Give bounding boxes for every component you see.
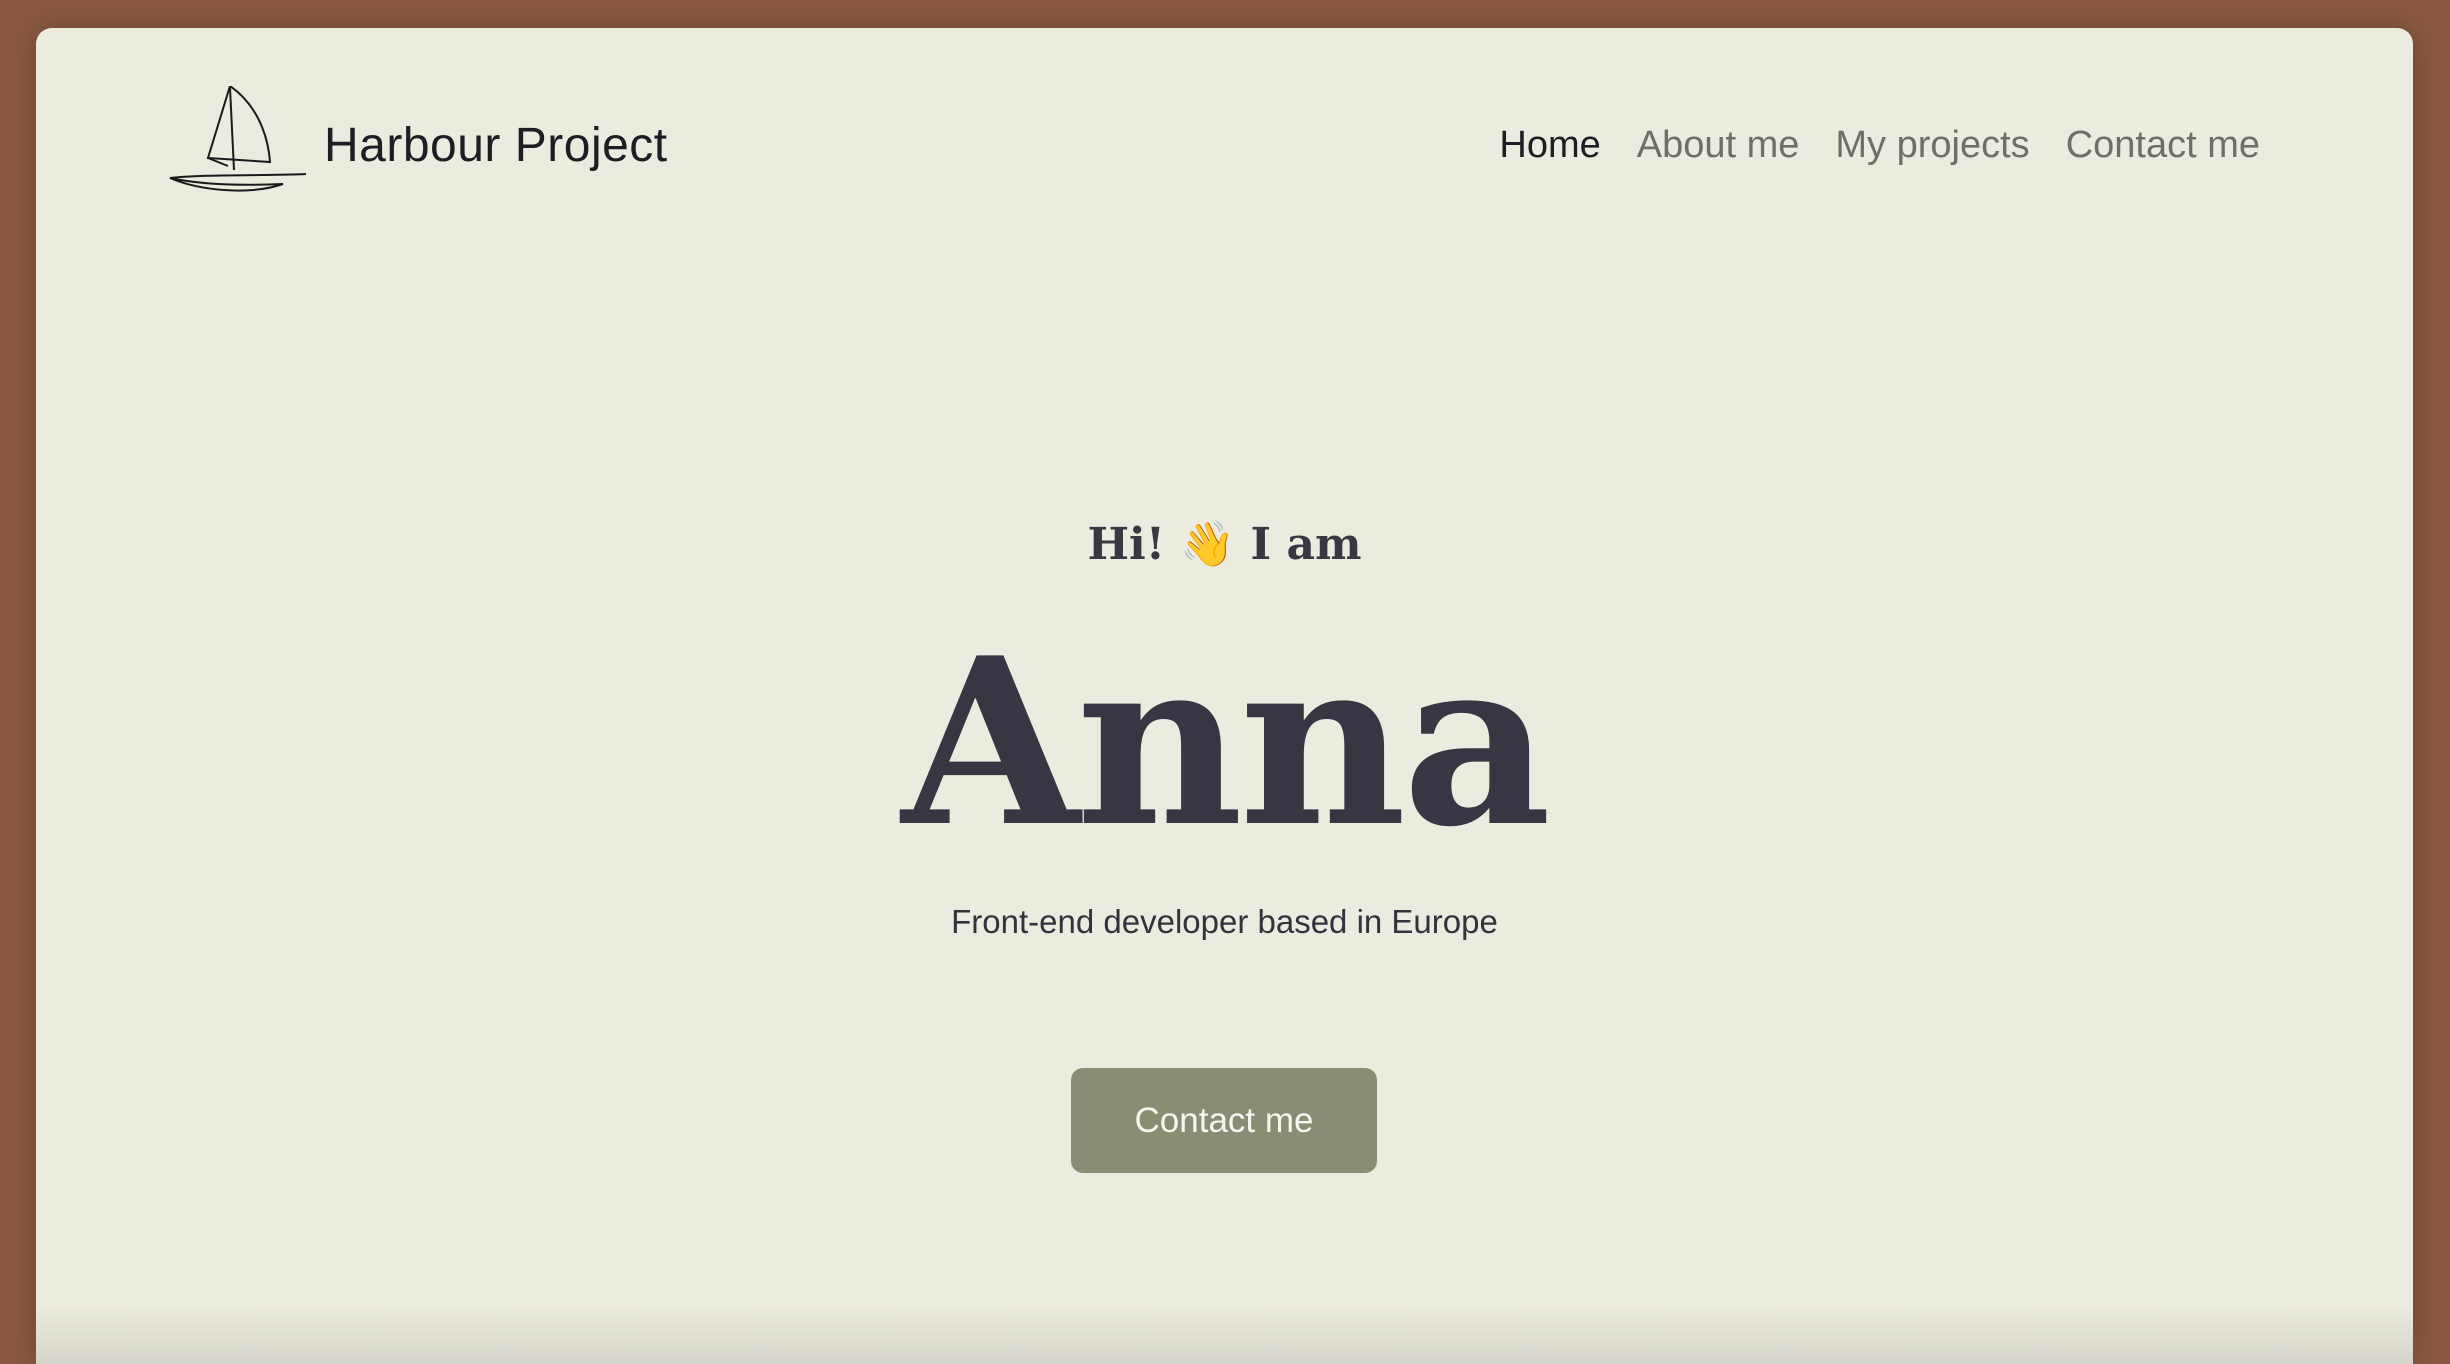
brand-name: Harbour Project (324, 118, 668, 172)
nav-about-me[interactable]: About me (1637, 124, 1800, 167)
main-nav: Home About me My projects Contact me (1499, 124, 2260, 167)
hero-greeting: Hi! 👋 I am (36, 518, 2413, 570)
sailboat-icon (169, 86, 307, 192)
brand[interactable]: Harbour Project (168, 70, 668, 220)
nav-contact-me[interactable]: Contact me (2066, 124, 2260, 167)
contact-me-button[interactable]: Contact me (1071, 1068, 1377, 1173)
greeting-hi: Hi! (1087, 519, 1166, 570)
greeting-i-am: I am (1250, 519, 1362, 570)
nav-my-projects[interactable]: My projects (1835, 124, 2029, 167)
page-frame: Harbour Project Home About me My project… (36, 28, 2413, 1364)
hero-tagline: Front-end developer based in Europe (951, 903, 1498, 940)
nav-home[interactable]: Home (1499, 124, 1600, 167)
hero-name: Anna (901, 608, 1552, 878)
waving-hand-icon: 👋 (1180, 519, 1236, 570)
site-header: Harbour Project Home About me My project… (36, 28, 2413, 228)
